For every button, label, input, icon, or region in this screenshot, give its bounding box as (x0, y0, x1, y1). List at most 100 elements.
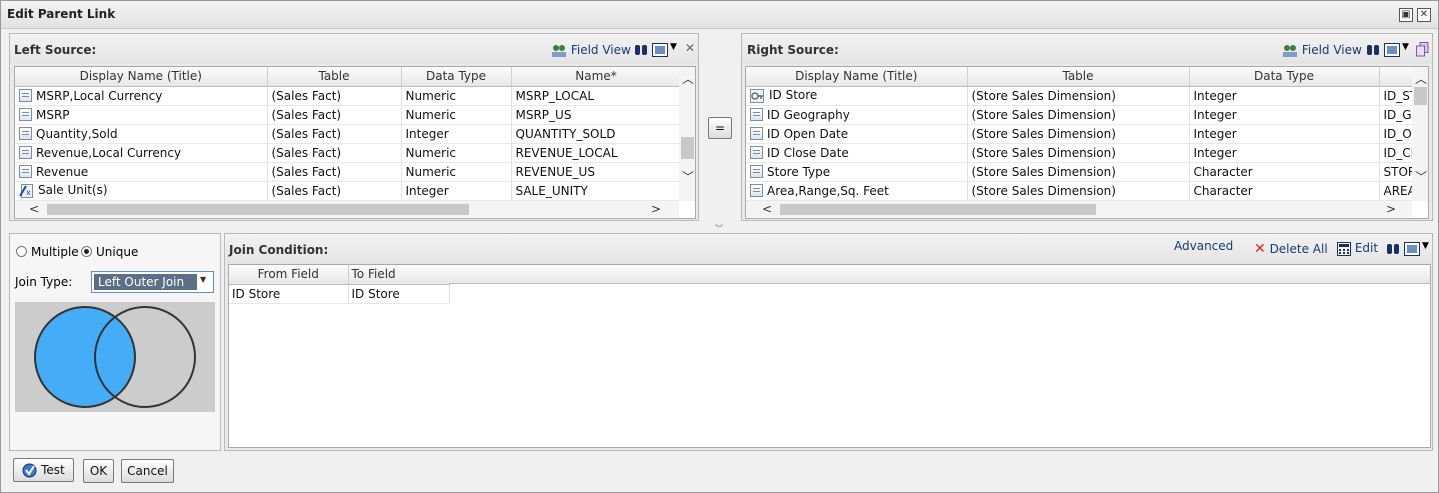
left-vertical-scrollbar[interactable]: ︿ ﹀ (679, 67, 695, 201)
join-type-select[interactable]: Left Outer Join ▼ (91, 271, 214, 293)
left-hscroll-thumb[interactable] (47, 204, 469, 215)
cell-data-type[interactable]: Numeric (401, 143, 512, 163)
cell-table[interactable]: (Sales Fact) (267, 143, 402, 163)
cell-display-name[interactable]: x Sale Unit(s) (15, 181, 268, 201)
cell-table[interactable]: (Store Sales Dimension) (967, 124, 1190, 144)
from-field-cell[interactable]: ID Store (229, 284, 349, 304)
cell-table[interactable]: (Store Sales Dimension) (967, 86, 1190, 106)
cell-table[interactable]: (Sales Fact) (267, 181, 402, 201)
table-row[interactable]: Area,Range,Sq. Feet (Store Sales Dimensio… (746, 181, 1413, 201)
cell-display-name[interactable]: Revenue (15, 162, 268, 182)
scroll-left-icon[interactable]: < (29, 203, 39, 215)
unique-radio-circle[interactable] (81, 246, 92, 257)
view-options-icon[interactable] (1384, 43, 1400, 57)
view-options-icon[interactable] (652, 43, 668, 57)
table-row[interactable]: ID Open Date (Store Sales Dimension) Integ… (746, 124, 1413, 144)
cell-data-type[interactable]: Integer (401, 124, 512, 144)
cell-table[interactable]: (Store Sales Dimension) (967, 105, 1190, 125)
cell-field-name[interactable]: STOR (1379, 162, 1413, 182)
scroll-down-icon[interactable]: ﹀ (682, 171, 694, 183)
binoculars-icon[interactable] (634, 43, 648, 57)
cell-table[interactable]: (Sales Fact) (267, 124, 402, 144)
unique-radio[interactable]: Unique (81, 245, 138, 259)
cell-table[interactable]: (Store Sales Dimension) (967, 181, 1190, 201)
cell-field-name[interactable]: MSRP_LOCAL (511, 86, 682, 106)
right-vscroll-thumb[interactable] (1414, 87, 1427, 105)
table-row[interactable]: MSRP,Local Currency (Sales Fact) Numeric MS… (15, 86, 682, 106)
left-vscroll-thumb[interactable] (681, 137, 694, 159)
cell-display-name[interactable]: ID Store (746, 86, 968, 106)
cell-field-name[interactable]: MSRP_US (511, 105, 682, 125)
cell-display-name[interactable]: MSRP (15, 105, 268, 125)
cell-display-name[interactable]: Quantity,Sold (15, 124, 268, 144)
cell-display-name[interactable]: Area,Range,Sq. Feet (746, 181, 968, 201)
table-row[interactable]: x Sale Unit(s) (Sales Fact) Integer SALE_UNI… (15, 181, 682, 201)
left-horizontal-scrollbar[interactable]: < > (15, 201, 679, 217)
join-condition-row[interactable]: ID Store ID Store (229, 284, 450, 304)
cell-table[interactable]: (Store Sales Dimension) (967, 143, 1190, 163)
cell-table[interactable]: (Store Sales Dimension) (967, 162, 1190, 182)
copy-icon[interactable] (1416, 42, 1429, 57)
cell-field-name[interactable]: ID_ST (1379, 86, 1413, 106)
multiple-radio-circle[interactable] (16, 246, 27, 257)
cell-data-type[interactable]: Integer (401, 181, 512, 201)
left-close-icon[interactable]: ✕ (685, 41, 695, 55)
right-hscroll-thumb[interactable] (780, 204, 1096, 215)
col-header-name[interactable] (1379, 67, 1413, 87)
col-header-to-field[interactable]: To Field (348, 265, 450, 285)
binoculars-icon[interactable] (1386, 242, 1400, 256)
table-row[interactable]: Quantity,Sold (Sales Fact) Integer QUANTITY… (15, 124, 682, 144)
right-vertical-scrollbar[interactable]: ︿ ﹀ (1412, 67, 1428, 201)
cell-data-type[interactable]: Character (1189, 181, 1380, 201)
scroll-up-icon[interactable]: ︿ (682, 73, 694, 85)
to-field-cell[interactable]: ID Store (348, 284, 450, 304)
cell-data-type[interactable]: Numeric (401, 162, 512, 182)
cell-data-type[interactable]: Integer (1189, 143, 1380, 163)
table-row[interactable]: ID Close Date (Store Sales Dimension) Inte… (746, 143, 1413, 163)
cell-display-name[interactable]: Store Type (746, 162, 968, 182)
cell-data-type[interactable]: Numeric (401, 86, 512, 106)
table-row[interactable]: MSRP (Sales Fact) Numeric MSRP_US (15, 105, 682, 125)
multiple-radio[interactable]: Multiple (16, 245, 79, 259)
binoculars-icon[interactable] (1366, 43, 1380, 57)
scroll-left-icon[interactable]: < (762, 203, 772, 215)
table-row[interactable]: ID Geography (Store Sales Dimension) Integ… (746, 105, 1413, 125)
restore-icon[interactable]: ▣ (1399, 8, 1413, 22)
cell-data-type[interactable]: Numeric (401, 105, 512, 125)
scroll-right-icon[interactable]: > (651, 203, 661, 215)
cell-field-name[interactable]: AREA (1379, 181, 1413, 201)
right-horizontal-scrollbar[interactable]: < > (746, 201, 1412, 217)
left-field-view-button[interactable]: Field View (551, 43, 631, 58)
col-header-from-field[interactable]: From Field (229, 265, 349, 285)
ok-button[interactable]: OK (83, 459, 114, 483)
cell-display-name[interactable]: MSRP,Local Currency (15, 86, 268, 106)
delete-all-button[interactable]: ✕ Delete All (1254, 241, 1328, 257)
right-field-view-button[interactable]: Field View (1282, 43, 1362, 58)
col-header-display-name[interactable]: Display Name (Title) (746, 67, 968, 87)
view-options-chevron-icon[interactable]: ▼ (1402, 42, 1409, 52)
cell-field-name[interactable]: QUANTITY_SOLD (511, 124, 682, 144)
cell-field-name[interactable]: ID_CI (1379, 143, 1413, 163)
table-row[interactable]: Revenue (Sales Fact) Numeric REVENUE_US (15, 162, 682, 182)
test-button[interactable]: Test (13, 458, 74, 482)
scroll-right-icon[interactable]: > (1386, 203, 1396, 215)
scroll-up-icon[interactable]: ︿ (1415, 73, 1427, 85)
col-header-data-type[interactable]: Data Type (1189, 67, 1380, 87)
cell-field-name[interactable]: ID_GI (1379, 105, 1413, 125)
table-row[interactable]: ID Store (Store Sales Dimension) Integer ID… (746, 86, 1413, 106)
cell-display-name[interactable]: Revenue,Local Currency (15, 143, 268, 163)
cell-field-name[interactable]: SALE_UNITY (511, 181, 682, 201)
advanced-link[interactable]: Advanced (1174, 239, 1233, 253)
col-header-table[interactable]: Table (967, 67, 1190, 87)
cell-field-name[interactable]: REVENUE_LOCAL (511, 143, 682, 163)
cell-data-type[interactable]: Integer (1189, 105, 1380, 125)
col-header-display-name[interactable]: Display Name (Title) (15, 67, 268, 87)
edit-button[interactable]: Edit (1337, 241, 1378, 256)
cell-table[interactable]: (Sales Fact) (267, 86, 402, 106)
table-row[interactable]: Store Type (Store Sales Dimension) Charact… (746, 162, 1413, 182)
view-options-chevron-icon[interactable]: ▼ (1422, 241, 1429, 251)
col-header-name[interactable]: Name* (511, 67, 682, 87)
cell-display-name[interactable]: ID Geography (746, 105, 968, 125)
cell-field-name[interactable]: REVENUE_US (511, 162, 682, 182)
view-options-icon[interactable] (1404, 242, 1420, 256)
